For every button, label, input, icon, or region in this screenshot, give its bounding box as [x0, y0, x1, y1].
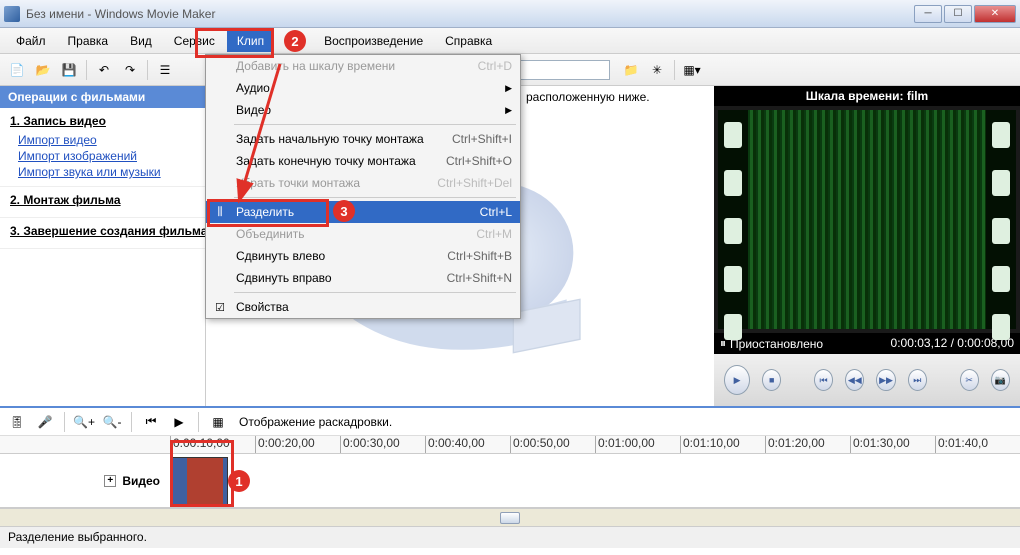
menu-file[interactable]: Файл: [6, 30, 56, 52]
section-finish: 3. Завершение создания фильма: [0, 218, 205, 249]
stop-button[interactable]: ■: [762, 369, 781, 391]
zoom-in-icon[interactable]: 🔍+: [73, 411, 95, 433]
timeline-scrollbar[interactable]: [0, 508, 1020, 526]
tl-level-icon[interactable]: 🎚: [6, 411, 28, 433]
menu-clip[interactable]: Клип: [227, 30, 274, 52]
help-text: расположенную ниже.: [526, 90, 650, 104]
separator: [147, 60, 148, 80]
preview-controls: ▶ ■ ⏮ ◀◀ ▶▶ ⏭ ✂ 📷: [714, 354, 1020, 406]
section-title[interactable]: 2. Монтаж фильма: [10, 193, 195, 207]
menubar: Файл Правка Вид Сервис Клип Воспроизведе…: [0, 28, 1020, 54]
titlebar: Без имени - Windows Movie Maker ─ ☐ ✕: [0, 0, 1020, 28]
play-button[interactable]: ▶: [724, 365, 750, 395]
maximize-button[interactable]: ☐: [944, 5, 972, 23]
menu-view[interactable]: Вид: [120, 30, 162, 52]
timeline-area: 🎚 🎤 🔍+ 🔍- ⏮ ▶ ▦ Отображение раскадровки.…: [0, 406, 1020, 526]
link-import-images[interactable]: Импорт изображений: [10, 148, 195, 164]
new-icon[interactable]: 📄: [6, 59, 28, 81]
tl-play-icon[interactable]: ▶: [168, 411, 190, 433]
minimize-button[interactable]: ─: [914, 5, 942, 23]
app-icon: [4, 6, 20, 22]
window-title: Без имени - Windows Movie Maker: [26, 7, 914, 21]
up-icon[interactable]: 📁: [620, 59, 642, 81]
dd-audio[interactable]: Аудио▶: [206, 77, 520, 99]
properties-icon: ☑: [212, 299, 228, 315]
track-label: Видео: [122, 474, 160, 488]
snapshot-button[interactable]: 📷: [991, 369, 1010, 391]
dd-set-start-trim[interactable]: Задать начальную точку монтажаCtrl+Shift…: [206, 128, 520, 150]
task-pane: Операции с фильмами 1. Запись видео Импо…: [0, 86, 206, 406]
newfolder-icon[interactable]: ✳: [646, 59, 668, 81]
forward-button[interactable]: ▶▶: [876, 369, 895, 391]
separator: [674, 60, 675, 80]
link-import-audio[interactable]: Импорт звука или музыки: [10, 164, 195, 180]
dd-split[interactable]: ⫼РазделитьCtrl+L: [206, 201, 520, 223]
link-import-video[interactable]: Импорт видео: [10, 132, 195, 148]
menu-help[interactable]: Справка: [435, 30, 502, 52]
section-edit: 2. Монтаж фильма: [0, 187, 205, 218]
split-icon: ⫼: [212, 204, 228, 220]
menu-edit[interactable]: Правка: [58, 30, 119, 52]
redo-icon[interactable]: ↷: [119, 59, 141, 81]
split-button[interactable]: ✂: [960, 369, 979, 391]
dd-nudge-right[interactable]: Сдвинуть вправоCtrl+Shift+N: [206, 267, 520, 289]
tl-narrate-icon[interactable]: 🎤: [34, 411, 56, 433]
timeline-ruler[interactable]: 0:00:10,000:00:20,000:00:30,00 0:00:40,0…: [0, 436, 1020, 454]
undo-icon[interactable]: ↶: [93, 59, 115, 81]
dd-combine[interactable]: ОбъединитьCtrl+M: [206, 223, 520, 245]
video-clip[interactable]: [172, 457, 228, 505]
video-track: + Видео: [0, 454, 1020, 508]
next-button[interactable]: ⏭: [908, 369, 927, 391]
section-title[interactable]: 3. Завершение создания фильма: [10, 224, 195, 238]
separator: [86, 60, 87, 80]
dd-add-timeline[interactable]: Добавить на шкалу времениCtrl+D: [206, 55, 520, 77]
dd-nudge-left[interactable]: Сдвинуть влевоCtrl+Shift+B: [206, 245, 520, 267]
preview-statusbar: ⏸Приостановлено 0:00:03,12 / 0:00:08,00: [714, 333, 1020, 354]
preview-status: Приостановлено: [730, 337, 823, 351]
expand-icon[interactable]: +: [104, 475, 116, 487]
preview-title: Шкала времени: film: [714, 86, 1020, 106]
section-title[interactable]: 1. Запись видео: [10, 114, 195, 128]
menu-play[interactable]: Воспроизведение: [276, 30, 433, 52]
tasks-icon[interactable]: ☰: [154, 59, 176, 81]
close-button[interactable]: ✕: [974, 5, 1016, 23]
rewind-button[interactable]: ◀◀: [845, 369, 864, 391]
dd-video[interactable]: Видео▶: [206, 99, 520, 121]
dd-clear-trim[interactable]: Убрать точки монтажаCtrl+Shift+Del: [206, 172, 520, 194]
prev-button[interactable]: ⏮: [814, 369, 833, 391]
section-record: 1. Запись видео Импорт видео Импорт изоб…: [0, 108, 205, 187]
preview-pane: Шкала времени: film ⏸Приостановлено 0:00…: [714, 86, 1020, 406]
track-content[interactable]: [170, 454, 1020, 507]
zoom-out-icon[interactable]: 🔍-: [101, 411, 123, 433]
clip-dropdown-menu: Добавить на шкалу времениCtrl+D Аудио▶ В…: [205, 54, 521, 319]
timeline-toolbar: 🎚 🎤 🔍+ 🔍- ⏮ ▶ ▦ Отображение раскадровки.: [0, 408, 1020, 436]
timeline-toolbar-text[interactable]: Отображение раскадровки.: [239, 415, 392, 429]
dd-properties[interactable]: ☑Свойства: [206, 296, 520, 318]
dd-set-end-trim[interactable]: Задать конечную точку монтажаCtrl+Shift+…: [206, 150, 520, 172]
menu-tools[interactable]: Сервис: [164, 30, 225, 52]
storyboard-icon[interactable]: ▦: [207, 411, 229, 433]
save-icon[interactable]: 💾: [58, 59, 80, 81]
tl-rewind-icon[interactable]: ⏮: [140, 411, 162, 433]
preview-video: [718, 110, 1016, 329]
views-icon[interactable]: ▦▾: [681, 59, 703, 81]
statusbar: Разделение выбранного.: [0, 526, 1020, 548]
open-icon[interactable]: 📂: [32, 59, 54, 81]
taskpane-header: Операции с фильмами: [0, 86, 205, 108]
